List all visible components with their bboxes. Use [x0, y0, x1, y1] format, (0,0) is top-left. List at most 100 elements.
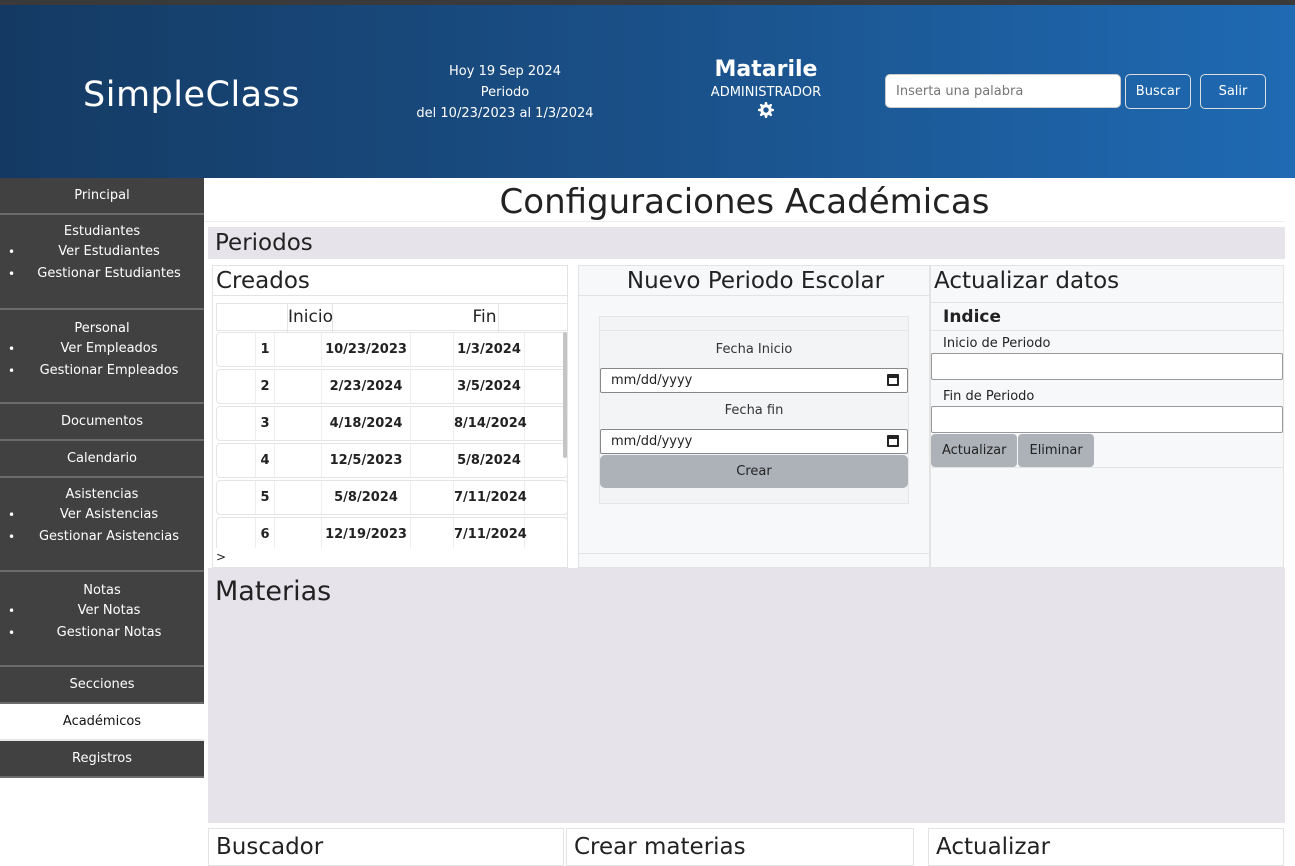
nuevo-periodo-panel: Nuevo Periodo Escolar Fecha Inicio mm/dd…	[578, 265, 930, 568]
row-id: 6	[255, 518, 275, 548]
row-fin: 3/5/2024	[453, 370, 525, 403]
row-inicio: 2/23/2024	[321, 370, 411, 403]
creados-table-header: Inicio Fin	[216, 303, 568, 332]
form-top-divider	[600, 317, 908, 331]
sidebar-group-asistencias: Asistencias Ver Asistencias Gestionar As…	[0, 478, 204, 572]
inicio-periodo-input[interactable]	[931, 353, 1283, 380]
column-header-fin: Fin	[471, 304, 499, 332]
user-role: ADMINISTRADOR	[710, 85, 822, 100]
row-inicio: 4/18/2024	[321, 407, 411, 440]
crear-materias-panel: Crear materias	[566, 828, 914, 866]
fecha-inicio-label: Fecha Inicio	[715, 342, 793, 357]
row-fin: 8/14/2024	[453, 407, 527, 440]
actualizar-actions: Actualizar Eliminar	[931, 434, 1283, 468]
page-title: Configuraciones Académicas	[204, 182, 1285, 222]
row-inicio: 12/5/2023	[321, 444, 411, 477]
table-scrollbar[interactable]	[563, 332, 567, 458]
search-input[interactable]	[885, 74, 1121, 108]
row-fin: 5/8/2024	[453, 444, 525, 477]
actualizar-materias-title: Actualizar	[936, 834, 1051, 860]
table-row[interactable]: 2 2/23/2024 3/5/2024	[216, 369, 568, 404]
main-content: Configuraciones Académicas Periodos Crea…	[204, 178, 1295, 866]
sidebar-item-principal[interactable]: Principal	[0, 178, 204, 215]
sidebar-group-personal: Personal Ver Empleados Gestionar Emplead…	[0, 310, 204, 404]
creados-panel: Creados Inicio Fin 1 10/23/2023 1/3/2024 2…	[212, 265, 568, 568]
row-fin: 1/3/2024	[453, 333, 525, 366]
sidebar-group-estudiantes: Estudiantes Ver Estudiantes Gestionar Es…	[0, 215, 204, 310]
period-label: Periodo	[480, 85, 530, 100]
row-id: 5	[255, 481, 275, 514]
brand-logo-text[interactable]: SimpleClass	[83, 75, 300, 115]
eliminar-button[interactable]: Eliminar	[1018, 434, 1094, 467]
user-info: Matarile ADMINISTRADOR	[696, 57, 836, 122]
indice-label: Indice	[931, 302, 1283, 331]
crear-materias-title: Crear materias	[574, 834, 746, 860]
today-date: Hoy 19 Sep 2024	[449, 64, 561, 79]
sidebar-group-title[interactable]: Notas	[0, 582, 204, 600]
nuevo-periodo-form: Fecha Inicio mm/dd/yyyy Fecha fin mm/dd/…	[599, 316, 909, 504]
actualizar-datos-title: Actualizar datos	[934, 268, 1120, 294]
fecha-fin-label: Fecha fin	[724, 403, 784, 418]
sidebar-item-secciones[interactable]: Secciones	[0, 667, 204, 704]
calendar-icon[interactable]	[887, 374, 899, 386]
row-inicio: 10/23/2023	[321, 333, 411, 366]
actualizar-materias-panel: Actualizar	[928, 828, 1284, 866]
sidebar-item-gestionar-empleados[interactable]: Gestionar Empleados	[0, 360, 204, 382]
sidebar-item-gestionar-asistencias[interactable]: Gestionar Asistencias	[0, 526, 204, 548]
row-id: 1	[255, 333, 275, 366]
sidebar-group-title[interactable]: Personal	[0, 320, 204, 338]
sidebar: Principal Estudiantes Ver Estudiantes Ge…	[0, 178, 204, 778]
more-indicator[interactable]: >	[216, 550, 226, 564]
fecha-fin-input[interactable]: mm/dd/yyyy	[600, 429, 908, 454]
fin-periodo-label: Fin de Periodo	[943, 389, 1035, 404]
logout-button[interactable]: Salir	[1200, 74, 1266, 109]
table-row[interactable]: 3 4/18/2024 8/14/2024	[216, 406, 568, 441]
sidebar-group-title[interactable]: Estudiantes	[0, 223, 204, 241]
panel-footer-divider	[579, 553, 929, 554]
row-id: 3	[255, 407, 275, 440]
row-inicio: 5/8/2024	[321, 481, 411, 514]
sidebar-item-ver-notas[interactable]: Ver Notas	[0, 600, 204, 622]
sidebar-item-calendario[interactable]: Calendario	[0, 441, 204, 478]
calendar-icon[interactable]	[887, 435, 899, 447]
sidebar-item-documentos[interactable]: Documentos	[0, 404, 204, 441]
actualizar-datos-panel: Actualizar datos Indice Inicio de Period…	[930, 265, 1284, 568]
table-row[interactable]: 1 10/23/2023 1/3/2024	[216, 332, 568, 367]
sidebar-group-notas: Notas Ver Notas Gestionar Notas	[0, 572, 204, 667]
crear-button[interactable]: Crear	[600, 455, 908, 488]
date-info: Hoy 19 Sep 2024 Periodo del 10/23/2023 a…	[400, 61, 610, 124]
fin-periodo-input[interactable]	[931, 406, 1283, 433]
gear-icon[interactable]	[696, 101, 836, 122]
buscador-title: Buscador	[216, 834, 324, 860]
table-row[interactable]: 5 5/8/2024 7/11/2024	[216, 480, 568, 515]
nuevo-periodo-title: Nuevo Periodo Escolar	[579, 266, 929, 296]
row-id: 2	[255, 370, 275, 403]
creados-title: Creados	[213, 266, 567, 296]
section-periodos-title: Periodos	[208, 227, 1285, 259]
buscador-panel: Buscador	[208, 828, 564, 866]
sidebar-item-academicos[interactable]: Académicos	[0, 704, 204, 741]
fecha-inicio-input[interactable]: mm/dd/yyyy	[600, 368, 908, 393]
row-inicio: 12/19/2023	[321, 518, 411, 548]
table-row[interactable]: 4 12/5/2023 5/8/2024	[216, 443, 568, 478]
search-button[interactable]: Buscar	[1125, 74, 1191, 109]
sidebar-group-title[interactable]: Asistencias	[0, 486, 204, 504]
sidebar-item-ver-estudiantes[interactable]: Ver Estudiantes	[0, 241, 204, 263]
sidebar-item-gestionar-notas[interactable]: Gestionar Notas	[0, 622, 204, 644]
sidebar-item-ver-empleados[interactable]: Ver Empleados	[0, 338, 204, 360]
period-range: del 10/23/2023 al 1/3/2024	[416, 106, 594, 121]
table-row[interactable]: 6 12/19/2023 7/11/2024	[216, 517, 568, 548]
user-name: Matarile	[714, 57, 818, 82]
sidebar-item-registros[interactable]: Registros	[0, 741, 204, 778]
inicio-periodo-label: Inicio de Periodo	[943, 336, 1051, 351]
creados-table-body[interactable]: 1 10/23/2023 1/3/2024 2 2/23/2024 3/5/2024 3…	[216, 332, 568, 548]
section-materias-title: Materias	[208, 568, 1285, 823]
sidebar-item-gestionar-estudiantes[interactable]: Gestionar Estudiantes	[0, 263, 204, 285]
row-fin: 7/11/2024	[453, 518, 527, 548]
row-fin: 7/11/2024	[453, 481, 527, 514]
fecha-fin-value: mm/dd/yyyy	[611, 434, 693, 449]
sidebar-item-ver-asistencias[interactable]: Ver Asistencias	[0, 504, 204, 526]
actualizar-button[interactable]: Actualizar	[931, 434, 1018, 467]
column-header-inicio: Inicio	[287, 304, 333, 332]
fecha-inicio-value: mm/dd/yyyy	[611, 373, 693, 388]
